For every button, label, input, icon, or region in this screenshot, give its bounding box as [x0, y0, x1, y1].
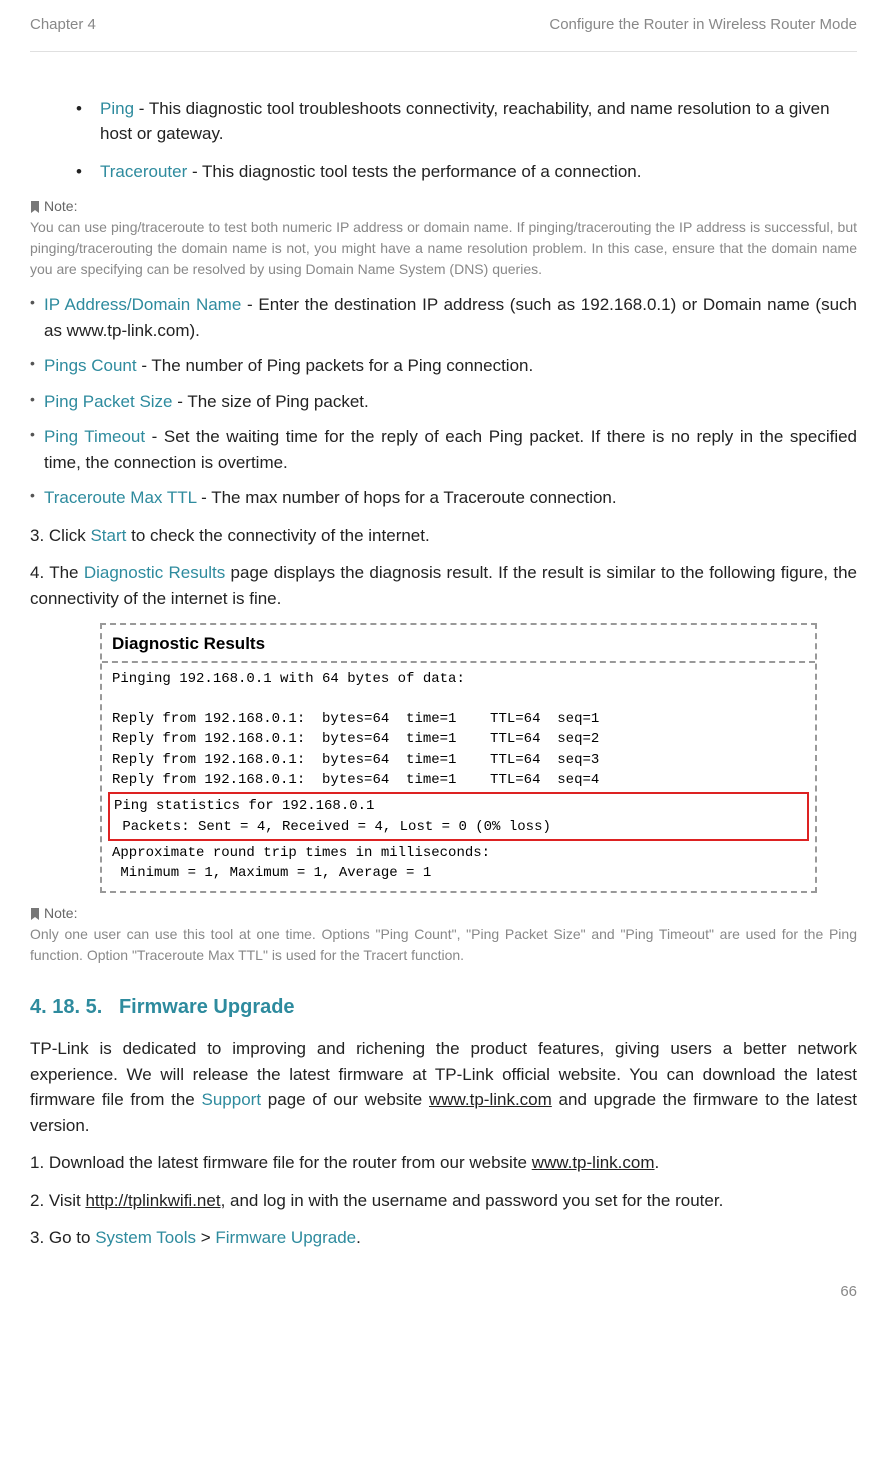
param-pingtimeout: Ping Timeout - Set the waiting time for … [30, 424, 857, 475]
fw-step-2: 2. Visit http://tplinkwifi.net, and log … [30, 1188, 857, 1214]
step-4: 4. The Diagnostic Results page displays … [30, 560, 857, 611]
ttl-desc: - The max number of hops for a Tracerout… [196, 488, 616, 507]
system-tools-term: System Tools [95, 1228, 196, 1247]
fw-step-3: 3. Go to System Tools > Firmware Upgrade… [30, 1225, 857, 1251]
note-text-2: Only one user can use this tool at one t… [30, 924, 857, 966]
step-3: 3. Click Start to check the connectivity… [30, 523, 857, 549]
pingsize-desc: - The size of Ping packet. [173, 392, 369, 411]
param-pingscount: Pings Count - The number of Ping packets… [30, 353, 857, 379]
diag-reply-4: Reply from 192.168.0.1: bytes=64 time=1 … [112, 772, 599, 788]
section-heading-firmware: 4. 18. 5. Firmware Upgrade [30, 992, 857, 1022]
diag-rt-1: Approximate round trip times in millisec… [112, 845, 490, 861]
chapter-label: Chapter 4 [30, 14, 96, 37]
fw-step-1: 1. Download the latest firmware file for… [30, 1150, 857, 1176]
tool-tracerouter: Tracerouter - This diagnostic tool tests… [76, 159, 857, 185]
note-label-1: Note: [30, 196, 857, 217]
section-number: 4. 18. 5. [30, 996, 102, 1018]
fw-s3b: . [356, 1228, 361, 1247]
note-label-2: Note: [30, 903, 857, 924]
steps-list-2: 1. Download the latest firmware file for… [30, 1150, 857, 1251]
diagnostic-results-body: Pinging 192.168.0.1 with 64 bytes of dat… [102, 663, 815, 892]
pingtimeout-term: Ping Timeout [44, 427, 145, 446]
tracerouter-desc: - This diagnostic tool tests the perform… [187, 162, 641, 181]
diag-reply-3: Reply from 192.168.0.1: bytes=64 time=1 … [112, 752, 599, 768]
note-label-text-2: Note: [44, 903, 77, 924]
steps-list-1: 3. Click Start to check the connectivity… [30, 523, 857, 612]
step3-a: 3. Click [30, 526, 90, 545]
parameters-list: IP Address/Domain Name - Enter the desti… [30, 292, 857, 511]
ping-desc: - This diagnostic tool troubleshoots con… [100, 99, 830, 144]
fw-s3gt: > [196, 1228, 215, 1247]
diagnostic-tools-list: Ping - This diagnostic tool troubleshoot… [76, 96, 857, 185]
diag-reply-2: Reply from 192.168.0.1: bytes=64 time=1 … [112, 731, 599, 747]
diagnostic-results-figure: Diagnostic Results Pinging 192.168.0.1 w… [100, 623, 817, 893]
bookmark-icon [30, 908, 40, 920]
tool-ping: Ping - This diagnostic tool troubleshoot… [76, 96, 857, 147]
note-label-text: Note: [44, 196, 77, 217]
fw-s1a: 1. Download the latest firmware file for… [30, 1153, 532, 1172]
firmware-paragraph: TP-Link is dedicated to improving and ri… [30, 1036, 857, 1138]
header-title: Configure the Router in Wireless Router … [549, 14, 857, 37]
fw-s2a: 2. Visit [30, 1191, 85, 1210]
diag-stats-1: Ping statistics for 192.168.0.1 [114, 798, 374, 814]
fw-s1b: . [655, 1153, 660, 1172]
tplink-website-link[interactable]: www.tp-link.com [429, 1090, 552, 1109]
diagnostic-results-title: Diagnostic Results [102, 625, 815, 663]
param-ipaddr: IP Address/Domain Name - Enter the desti… [30, 292, 857, 343]
fw-p1b: page of our website [261, 1090, 429, 1109]
diag-reply-1: Reply from 192.168.0.1: bytes=64 time=1 … [112, 711, 599, 727]
pingscount-desc: - The number of Ping packets for a Ping … [137, 356, 534, 375]
diag-ping-line: Pinging 192.168.0.1 with 64 bytes of dat… [112, 671, 465, 687]
fw-s3a: 3. Go to [30, 1228, 95, 1247]
page-header: Chapter 4 Configure the Router in Wirele… [30, 0, 857, 52]
ping-term: Ping [100, 99, 134, 118]
section-title: Firmware Upgrade [119, 996, 295, 1018]
diagresults-term: Diagnostic Results [84, 563, 225, 582]
pingtimeout-desc: - Set the waiting time for the reply of … [44, 427, 857, 472]
note-text-1: You can use ping/traceroute to test both… [30, 217, 857, 280]
step3-b: to check the connectivity of the interne… [126, 526, 429, 545]
param-pingsize: Ping Packet Size - The size of Ping pack… [30, 389, 857, 415]
ipaddr-term: IP Address/Domain Name [44, 295, 241, 314]
support-term: Support [202, 1090, 262, 1109]
tracerouter-term: Tracerouter [100, 162, 187, 181]
diag-rt-2: Minimum = 1, Maximum = 1, Average = 1 [112, 865, 431, 881]
pingsize-term: Ping Packet Size [44, 392, 173, 411]
bookmark-icon [30, 201, 40, 213]
tplink-website-link-2[interactable]: www.tp-link.com [532, 1153, 655, 1172]
start-term: Start [90, 526, 126, 545]
fw-s2b: , and log in with the username and passw… [221, 1191, 724, 1210]
diag-stats-highlight: Ping statistics for 192.168.0.1 Packets:… [108, 792, 809, 841]
step4-a: 4. The [30, 563, 84, 582]
pingscount-term: Pings Count [44, 356, 137, 375]
ttl-term: Traceroute Max TTL [44, 488, 196, 507]
page-number: 66 [30, 1281, 857, 1304]
tplinkwifi-link[interactable]: http://tplinkwifi.net [85, 1191, 220, 1210]
param-ttl: Traceroute Max TTL - The max number of h… [30, 485, 857, 511]
firmware-upgrade-term: Firmware Upgrade [215, 1228, 356, 1247]
diag-stats-2: Packets: Sent = 4, Received = 4, Lost = … [114, 819, 551, 835]
